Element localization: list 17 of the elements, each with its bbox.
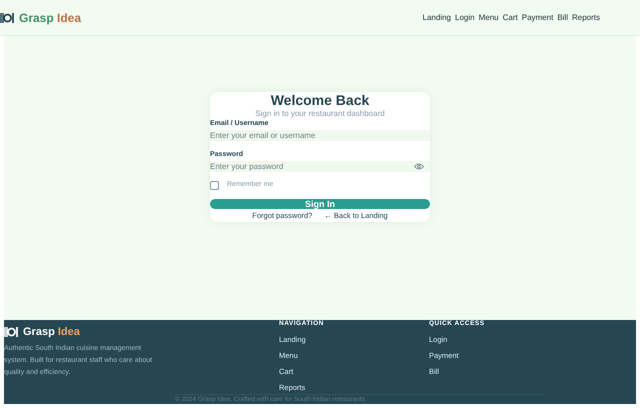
card-title: Welcome Back: [270, 92, 370, 108]
nav-link[interactable]: Landing: [422, 12, 452, 24]
plate-icon: [0, 12, 15, 22]
nav-link[interactable]: Payment: [522, 12, 554, 24]
input-field[interactable]: Enter your email or username: [210, 130, 430, 141]
nav-link[interactable]: Menu: [478, 12, 499, 24]
nav-link[interactable]: Bill: [557, 12, 568, 24]
remember-checkbox[interactable]: [210, 180, 219, 190]
card-subtitle: Sign in to your restaurant dashboard: [254, 108, 386, 119]
nav-link[interactable]: Reports: [572, 12, 600, 24]
footer-brand: Grasp Idea: [23, 325, 80, 340]
brand-logo[interactable]: Grasp Idea: [19, 8, 82, 26]
nav-link[interactable]: Cart: [502, 12, 518, 24]
nav-link[interactable]: Login: [455, 12, 475, 24]
password-field[interactable]: Enter your password: [210, 161, 430, 172]
plate-icon: [4, 327, 19, 338]
eye-icon[interactable]: [414, 163, 424, 170]
